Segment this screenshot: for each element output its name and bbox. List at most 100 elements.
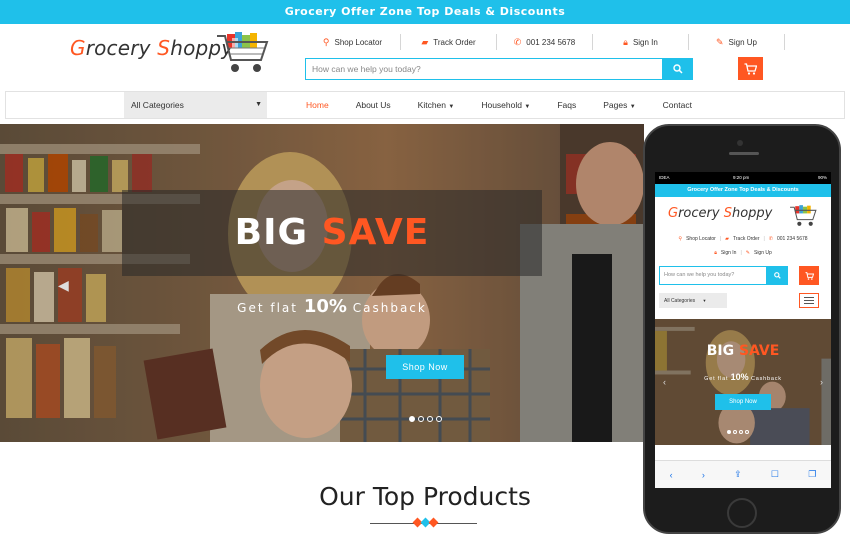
phone-number: 001 234 5678 — [526, 37, 576, 47]
tabs-icon: ❐ — [808, 469, 817, 479]
phone-phone-number: 001 234 5678 — [777, 236, 808, 242]
phone-link-divider: | — [719, 236, 722, 242]
map-marker-icon: ⚲ — [322, 36, 330, 47]
hero-background-image — [0, 124, 644, 442]
shop-locator-label: Shop Locator — [334, 37, 383, 47]
search-input[interactable]: How can we help you today? — [305, 58, 663, 80]
slider-dot[interactable] — [427, 416, 433, 422]
diamond-icon — [428, 517, 439, 528]
phone-hero-subtitle-pre: Get flat — [704, 376, 729, 382]
phone-logo-text-2: hoppy — [731, 206, 773, 221]
phone-top-links: ⚲ Shop Locator | ▰ Track Order | ✆ 001 234 56… — [659, 232, 827, 260]
phone-link[interactable]: ✆ 001 234 5678 — [497, 34, 593, 50]
phone-speaker — [729, 152, 759, 155]
phone-slider-dots — [727, 430, 749, 434]
caret-down-icon: ▼ — [702, 298, 707, 303]
site-logo[interactable]: Grocery Shoppy — [70, 36, 233, 60]
shopping-cart-logo-icon — [790, 205, 817, 226]
phone-hero-subtitle-post: Cashback — [750, 376, 782, 382]
edit-icon: ✎ — [715, 36, 724, 47]
phone-logo-letter-g: G — [668, 206, 679, 221]
phone-promo-bar: Grocery Offer Zone Top Deals & Discounts — [655, 184, 831, 197]
phone-slider-dot — [739, 430, 743, 434]
phone-browser-toolbar: ‹ › ⇪ ☐ ❐ — [655, 460, 831, 488]
phone-mockup: IDEA 9:20 pm 90% Grocery Offer Zone Top … — [643, 124, 841, 534]
hero-subtitle: Get flat 10% Cashback — [122, 296, 542, 317]
sign-in-link[interactable]: 🔒︎ Sign In — [593, 34, 689, 50]
main-navbar: All Categories ▼ Home About Us Kitchen ▼ … — [5, 91, 845, 119]
share-icon: ⇪ — [734, 469, 742, 479]
hero-subtitle-percent: 10% — [303, 296, 347, 317]
nav-item-pages[interactable]: Pages ▼ — [603, 92, 635, 118]
nav-item-faqs[interactable]: Faqs — [557, 92, 576, 118]
phone-logo: Grocery Shoppy — [668, 206, 772, 221]
phone-shop-now-button: Shop Now — [715, 394, 771, 410]
caret-down-icon: ▼ — [629, 104, 636, 110]
category-select-value: All Categories — [131, 100, 184, 110]
lock-icon: 🔒︎ — [623, 36, 628, 47]
sign-up-label: Sign Up — [728, 37, 757, 47]
hamburger-menu-icon — [799, 293, 819, 308]
sign-in-label: Sign In — [632, 37, 658, 47]
truck-icon: ▰ — [725, 236, 729, 242]
phone-icon: ✆ — [768, 236, 773, 242]
phone-next-arrow-icon: › — [820, 377, 823, 387]
search-icon — [774, 272, 781, 279]
nav-item-household-label: Household — [481, 100, 522, 110]
phone-category-select: All Categories ▼ — [659, 293, 727, 308]
slider-prev-arrow-icon[interactable]: ◀ — [58, 278, 72, 292]
phone-screen: IDEA 9:20 pm 90% Grocery Offer Zone Top … — [655, 172, 831, 488]
shopping-cart-logo-icon — [217, 32, 269, 72]
cart-icon — [805, 271, 814, 280]
top-links: ⚲ Shop Locator ▰ Track Order ✆ 001 234 5678… — [305, 34, 785, 50]
slider-dot[interactable] — [436, 416, 442, 422]
nav-item-household[interactable]: Household ▼ — [481, 92, 530, 118]
category-select[interactable]: All Categories ▼ — [124, 92, 267, 118]
phone-link-divider: | — [763, 236, 765, 242]
track-order-link[interactable]: ▰ Track Order — [401, 34, 497, 50]
phone-time: 9:20 pm — [733, 175, 750, 180]
logo-letter-g: G — [70, 36, 86, 60]
cart-button[interactable] — [738, 57, 763, 80]
phone-track-order: Track Order — [733, 236, 760, 242]
phone-hero-title-big: BIG — [706, 343, 735, 359]
hero-slider: BIG SAVE Get flat 10% Cashback Shop Now … — [0, 124, 644, 442]
search-icon — [673, 64, 683, 74]
phone-hero-subtitle: Get flat 10% Cashback — [655, 372, 831, 382]
nav-item-about-us[interactable]: About Us — [356, 92, 391, 118]
phone-hero-subtitle-percent: 10% — [730, 372, 749, 382]
phone-cart-button — [799, 266, 819, 285]
map-marker-icon: ⚲ — [678, 236, 683, 242]
phone-shop-locator: Shop Locator — [686, 236, 716, 242]
phone-logo-text-1: rocery — [678, 206, 724, 221]
phone-prev-arrow-icon: ‹ — [663, 377, 666, 387]
phone-hero-title-save: SAVE — [738, 343, 780, 359]
nav-item-pages-label: Pages — [603, 100, 628, 110]
slider-dot[interactable] — [409, 416, 415, 422]
phone-slider-dot — [745, 430, 749, 434]
nav-item-kitchen[interactable]: Kitchen ▼ — [418, 92, 455, 118]
nav-item-contact[interactable]: Contact — [663, 92, 692, 118]
phone-logo-letter-s: S — [723, 206, 732, 221]
slider-dots — [409, 416, 442, 422]
phone-category-value: All Categories — [664, 298, 696, 304]
shop-locator-link[interactable]: ⚲ Shop Locator — [305, 34, 401, 50]
sign-up-link[interactable]: ✎ Sign Up — [689, 34, 785, 50]
hero-subtitle-pre: Get flat — [237, 301, 298, 315]
bookmarks-icon: ☐ — [770, 469, 779, 479]
hero-title: BIG SAVE — [122, 212, 542, 253]
search-button[interactable] — [663, 58, 693, 80]
nav-item-home[interactable]: Home — [306, 92, 329, 118]
shop-now-button[interactable]: Shop Now — [386, 355, 464, 379]
phone-battery: 90% — [817, 175, 827, 180]
phone-sign-up: Sign Up — [753, 250, 772, 256]
phone-hero: BIG SAVE Get flat 10% Cashback Shop Now … — [655, 319, 831, 445]
phone-slider-dot — [727, 430, 731, 434]
phone-home-button — [727, 498, 757, 528]
phone-carrier: IDEA — [659, 175, 670, 180]
promo-text: Grocery Offer Zone Top Deals & Discounts — [284, 5, 566, 18]
phone-hero-title: BIG SAVE — [655, 343, 831, 359]
phone-search-button — [767, 266, 788, 285]
slider-dot[interactable] — [418, 416, 424, 422]
nav-menu: Home About Us Kitchen ▼ Household ▼ Faqs… — [306, 92, 719, 118]
